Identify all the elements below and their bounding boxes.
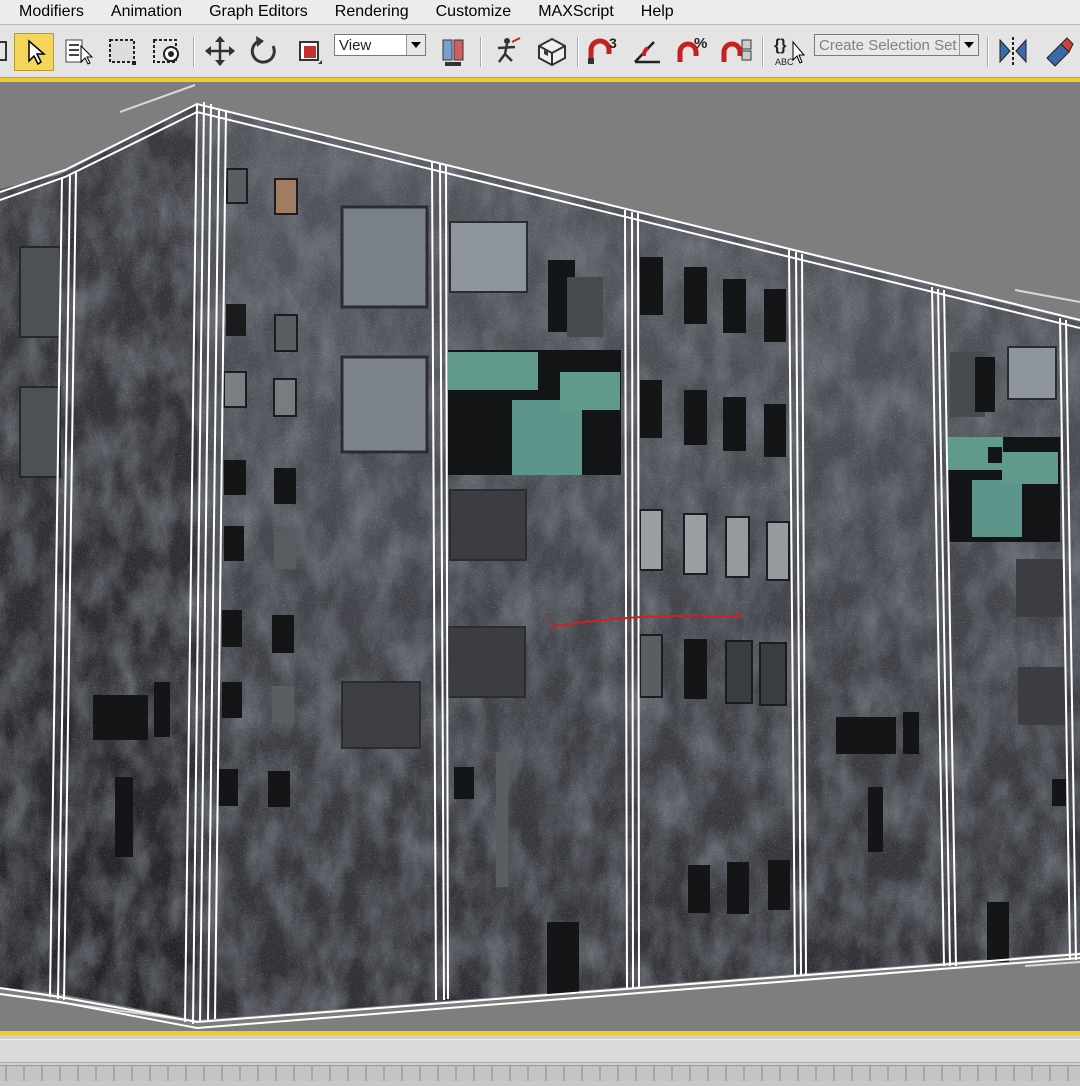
svg-text:ABC: ABC (775, 57, 794, 67)
scale-icon (299, 41, 322, 64)
keyboard-shortcut-override-button[interactable] (531, 33, 571, 69)
rect-region-button[interactable] (103, 33, 141, 69)
snap-icon: 3 (588, 35, 617, 64)
menu-customize[interactable]: Customize (419, 0, 522, 24)
percent-snap-icon: % (677, 35, 707, 62)
select-and-scale-button[interactable] (289, 33, 329, 69)
rect-region-icon (109, 39, 136, 65)
select-and-rotate-button[interactable] (244, 33, 284, 69)
edit-named-selection-sets-button[interactable]: {} ABC (769, 33, 811, 69)
align-icon (1046, 37, 1074, 67)
chevron-down-icon (406, 35, 425, 55)
manipulate-button[interactable] (487, 33, 527, 69)
svg-text:3: 3 (609, 35, 617, 51)
svg-text:{}: {} (774, 37, 786, 54)
manipulate-icon (497, 37, 521, 63)
time-slider-area (0, 1035, 1080, 1081)
time-slider[interactable] (0, 1039, 1080, 1063)
menu-bar: Modifiers Animation Graph Editors Render… (0, 0, 1080, 25)
select-object-button[interactable] (14, 33, 54, 71)
angle-snap-icon (634, 41, 660, 64)
move-icon (205, 36, 235, 66)
select-icon (28, 39, 47, 66)
svg-text:%: % (694, 35, 707, 52)
main-toolbar: View 3 % {} ABC Create Selection Set (0, 25, 1080, 78)
menu-modifiers[interactable]: Modifiers (0, 0, 94, 24)
chevron-down-icon (959, 35, 978, 55)
active-viewport-border (0, 78, 1080, 1035)
keyboard-shortcut-icon (538, 37, 566, 67)
link-icon (0, 41, 7, 61)
use-pivot-center-button[interactable] (434, 33, 474, 69)
select-by-name-button[interactable] (60, 33, 98, 69)
select-by-name-icon (65, 39, 94, 65)
mirror-icon (999, 37, 1027, 65)
named-selection-set-dropdown[interactable]: Create Selection Set (814, 34, 979, 56)
menu-animation[interactable]: Animation (94, 0, 192, 24)
percent-snap-toggle-button[interactable]: % (672, 33, 712, 69)
window-crossing-icon (153, 39, 179, 63)
menu-graph-editors[interactable]: Graph Editors (192, 0, 318, 24)
reference-coordinate-dropdown[interactable]: View (334, 34, 426, 56)
menu-help[interactable]: Help (624, 0, 684, 24)
link-button[interactable] (0, 33, 8, 69)
align-button[interactable] (1038, 33, 1078, 69)
menu-maxscript[interactable]: MAXScript (521, 0, 624, 24)
rotate-icon (250, 36, 276, 64)
select-and-move-button[interactable] (200, 33, 240, 69)
edit-named-sets-icon: {} ABC (774, 37, 806, 67)
mirror-button[interactable] (993, 33, 1033, 69)
pivot-icon (442, 39, 464, 66)
track-bar[interactable] (0, 1065, 1080, 1081)
menu-rendering[interactable]: Rendering (318, 0, 419, 24)
angle-snap-toggle-button[interactable] (628, 33, 668, 69)
named-selection-set-placeholder: Create Selection Set (819, 36, 957, 54)
reference-coordinate-value: View (339, 36, 372, 54)
spinner-snap-toggle-button[interactable] (716, 33, 756, 69)
window-crossing-button[interactable] (147, 33, 187, 69)
spinner-snap-icon (721, 39, 752, 62)
track-ruler (5, 1066, 1069, 1081)
snaps-toggle-button[interactable]: 3 (583, 33, 623, 69)
